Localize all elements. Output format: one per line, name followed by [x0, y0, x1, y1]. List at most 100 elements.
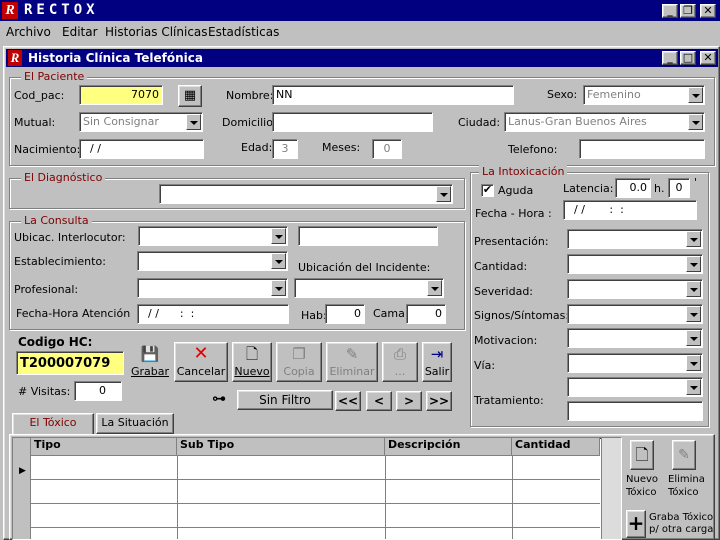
chevron-down-icon[interactable] [688, 114, 703, 130]
cod-pac-label: Cod_pac: [14, 89, 65, 102]
copia-button[interactable]: ❐ Copia [276, 342, 322, 382]
grid-header-tipo[interactable]: Tipo [31, 438, 177, 456]
interlocutor-detail-field[interactable] [298, 226, 438, 246]
grid-header-sub-tipo[interactable]: Sub Tipo [177, 438, 385, 456]
chevron-down-icon[interactable] [427, 280, 442, 296]
motivacion-label: Motivacion: [474, 334, 538, 347]
signos-select[interactable] [567, 304, 703, 324]
hab-field[interactable]: 0 [325, 304, 365, 324]
chevron-down-icon[interactable] [436, 186, 451, 202]
presentacion-select[interactable] [567, 229, 703, 249]
latencia-h-label: h. [654, 182, 665, 195]
grid-scrollbar[interactable] [601, 438, 621, 539]
latencia-field[interactable]: 0.0 [615, 178, 651, 198]
grid-row[interactable] [31, 504, 600, 528]
profesional-select[interactable] [137, 278, 288, 298]
printer-icon: ⎙ [393, 345, 406, 363]
chevron-down-icon[interactable] [686, 355, 701, 371]
tratamiento-detail-field[interactable] [567, 401, 703, 421]
elimina-toxico-icon-button[interactable]: ✎ [672, 440, 696, 470]
chevron-down-icon[interactable] [186, 114, 201, 130]
window-minimize-button[interactable]: _ [662, 51, 678, 65]
salir-button[interactable]: ⇥ Salir [422, 342, 452, 382]
meses-field[interactable]: 0 [372, 139, 402, 159]
prev-record-button[interactable]: < [366, 391, 392, 411]
latencia-min-field[interactable]: 0 [668, 178, 690, 198]
ciudad-select[interactable]: Lanus-Gran Buenos Aires [504, 112, 705, 132]
fecha-hora-field[interactable]: / / : : [563, 200, 697, 220]
tratamiento-label: Tratamiento: [474, 394, 544, 407]
window-maximize-button[interactable]: □ [680, 51, 696, 65]
via-select[interactable] [567, 353, 703, 373]
binoculars-icon[interactable]: ⊶ [212, 391, 226, 407]
sexo-select[interactable]: Femenino [583, 85, 705, 105]
grid-row[interactable] [31, 480, 600, 504]
diagnostico-select[interactable] [159, 184, 453, 204]
tab-el-toxico[interactable]: El Tóxico [12, 413, 94, 435]
nuevo-button[interactable]: 🗋 Nuevo [232, 342, 272, 382]
window-title: Historia Clínica Telefónica [28, 51, 203, 65]
domicilio-field[interactable] [272, 112, 433, 132]
diagnostico-group-title: El Diagnóstico [21, 171, 106, 184]
tab-la-situacion[interactable]: La Situación [96, 413, 174, 434]
nuevo-toxico-icon-button[interactable]: 🗋 [630, 440, 654, 470]
calculator-button[interactable]: ▦ [178, 85, 202, 107]
chevron-down-icon[interactable] [686, 330, 701, 346]
aguda-checkbox[interactable]: ✔ [481, 184, 494, 197]
severidad-select[interactable] [567, 279, 703, 299]
app-restore-button[interactable]: ❐ [680, 4, 696, 18]
chevron-down-icon[interactable] [686, 256, 701, 272]
next-record-button[interactable]: > [396, 391, 422, 411]
chevron-down-icon[interactable] [686, 379, 701, 395]
print-button[interactable]: ⎙ ... [382, 342, 418, 382]
sin-filtro-button[interactable]: Sin Filtro [237, 390, 333, 410]
tratamiento-select[interactable] [567, 377, 703, 397]
menu-bar: Archivo Editar Historias Clínicas Estadí… [0, 22, 720, 42]
codigo-hc-field[interactable]: T200007079 [16, 351, 124, 375]
aguda-label: Aguda [498, 184, 534, 197]
graba-toxico-button[interactable]: + [626, 510, 646, 538]
menu-archivo[interactable]: Archivo [6, 25, 51, 39]
cancelar-button[interactable]: ✕ Cancelar [174, 342, 228, 382]
cama-field[interactable]: 0 [406, 304, 446, 324]
grid-row[interactable] [31, 456, 600, 480]
fecha-atencion-field[interactable]: / / : : [137, 304, 289, 324]
menu-estadisticas[interactable]: Estadísticas [208, 25, 279, 39]
chevron-down-icon[interactable] [686, 231, 701, 247]
grabar-button[interactable]: 💾 Grabar [130, 343, 170, 383]
chevron-down-icon[interactable] [686, 281, 701, 297]
grid-col-divider [177, 456, 178, 539]
first-record-button[interactable]: << [335, 391, 361, 411]
grid-header-descripcion[interactable]: Descripción [385, 438, 512, 456]
app-minimize-button[interactable]: _ [662, 4, 678, 18]
app-logo: R [2, 2, 18, 19]
chevron-down-icon[interactable] [271, 253, 286, 269]
chevron-down-icon[interactable] [686, 306, 701, 322]
chevron-down-icon[interactable] [688, 87, 703, 103]
mutual-select[interactable]: Sin Consignar [79, 112, 203, 132]
visitas-field[interactable]: 0 [74, 381, 122, 401]
eliminar-button[interactable]: ✎ Eliminar [326, 342, 378, 382]
last-record-button[interactable]: >> [426, 391, 452, 411]
motivacion-select[interactable] [567, 328, 703, 348]
edad-label: Edad: [241, 141, 273, 154]
window-close-button[interactable]: ✕ [700, 51, 716, 65]
ubicacion-incidente-select[interactable] [294, 278, 444, 298]
establecimiento-select[interactable] [137, 251, 288, 271]
edad-field[interactable]: 3 [272, 139, 298, 159]
nacimiento-field[interactable]: / / [79, 139, 204, 159]
cantidad-select[interactable] [567, 254, 703, 274]
chevron-down-icon[interactable] [271, 280, 286, 296]
interlocutor-select[interactable] [138, 226, 288, 246]
nombre-field[interactable]: NN [272, 85, 514, 105]
chevron-down-icon[interactable] [271, 228, 286, 244]
menu-historias[interactable]: Historias Clínicas [105, 25, 208, 39]
cama-label: Cama: [373, 307, 409, 320]
cod-pac-field[interactable]: 7070 [79, 85, 163, 105]
telefono-field[interactable] [579, 139, 705, 159]
app-close-button[interactable]: ✕ [700, 4, 716, 18]
fecha-atencion-label: Fecha-Hora Atención [16, 307, 131, 320]
grid-header-cantidad[interactable]: Cantidad [512, 438, 600, 456]
menu-editar[interactable]: Editar [62, 25, 98, 39]
ubicacion-incidente-label: Ubicación del Incidente: [298, 261, 431, 274]
